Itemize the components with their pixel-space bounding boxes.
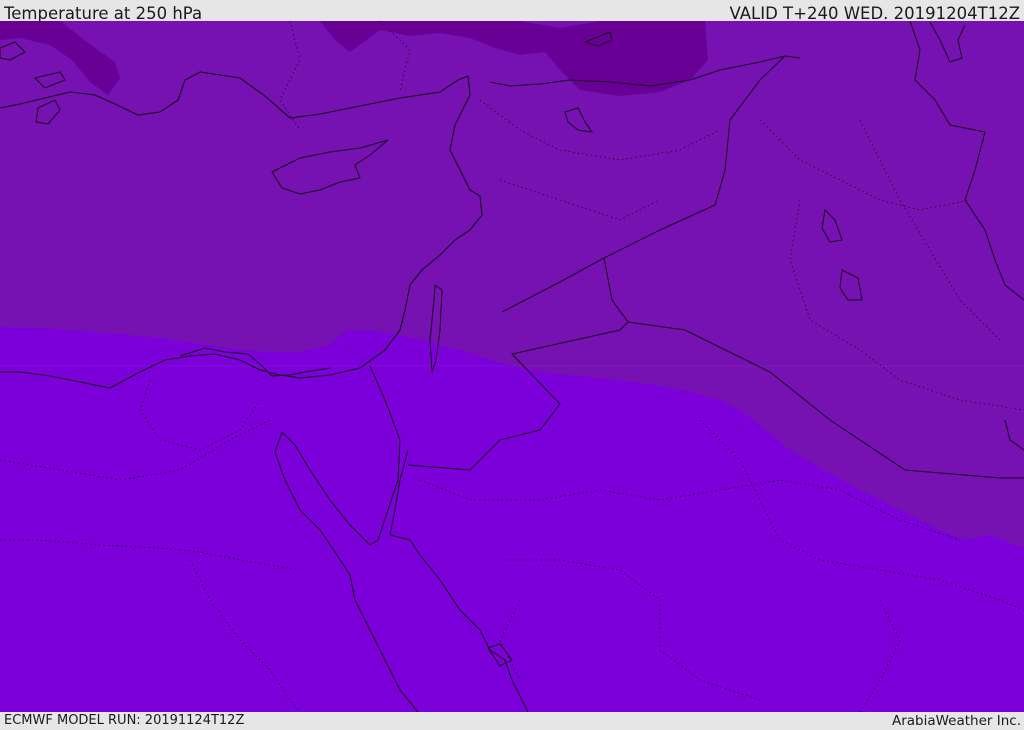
credit-label: ArabiaWeather Inc. bbox=[891, 713, 1021, 729]
header-bar: Temperature at 250 hPa VALID T+240 WED. … bbox=[0, 0, 1024, 23]
model-run-label: ECMWF MODEL RUN: 20191124T12Z bbox=[4, 713, 245, 728]
temperature-map[interactable] bbox=[0, 21, 1024, 712]
footer-bar: ECMWF MODEL RUN: 20191124T12Z ArabiaWeat… bbox=[0, 712, 1024, 729]
map-canvas bbox=[0, 21, 1024, 712]
